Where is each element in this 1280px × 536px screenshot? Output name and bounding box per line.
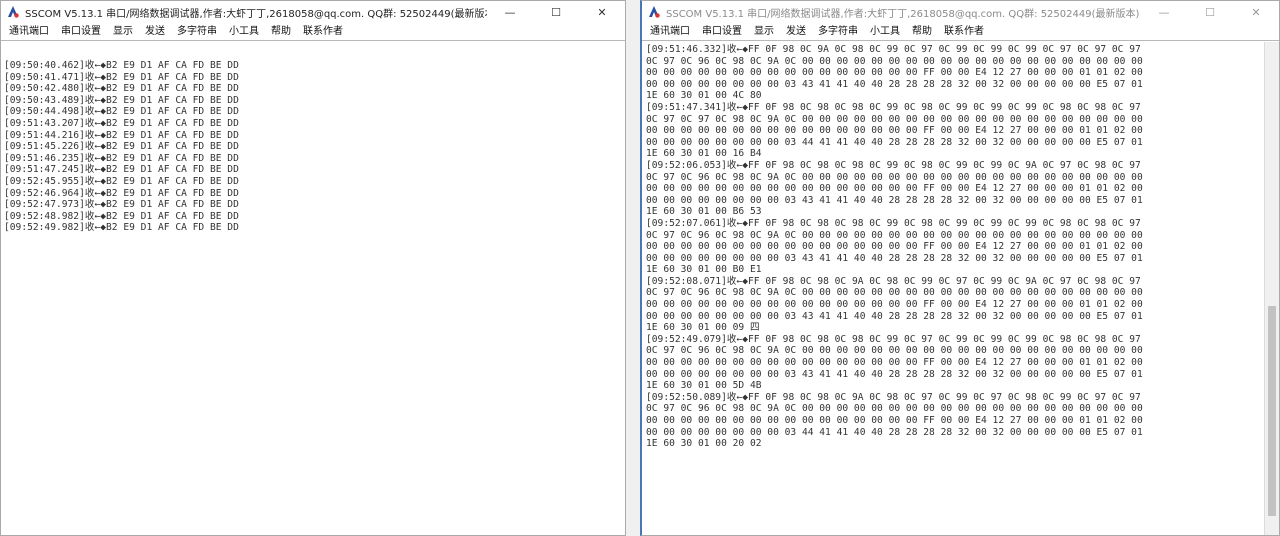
log-line: [09:52:50.089]收←◆FF 0F 98 0C 98 0C 9A 0C… bbox=[646, 391, 1141, 403]
log-line: 00 00 00 00 00 00 00 00 00 00 00 00 00 0… bbox=[646, 183, 1143, 195]
menu-send[interactable]: 发送 bbox=[780, 23, 812, 41]
log-line: [09:52:47.973]收←◆B2 E9 D1 AF CA FD BE DD bbox=[4, 199, 239, 211]
menu-contact-author[interactable]: 联系作者 bbox=[938, 23, 990, 41]
log-line: [09:50:43.489]收←◆B2 E9 D1 AF CA FD BE DD bbox=[4, 94, 239, 106]
log-line: 00 00 00 00 00 00 00 00 00 00 00 00 00 0… bbox=[646, 415, 1143, 426]
menu-comm-port[interactable]: 通讯端口 bbox=[3, 23, 55, 41]
log-line: 0C 97 0C 96 0C 98 0C 9A 0C 00 00 00 00 0… bbox=[646, 287, 1143, 299]
log-line: [09:52:08.071]收←◆FF 0F 98 0C 98 0C 9A 0C… bbox=[646, 275, 1141, 287]
sscom-window-left: SSCOM V5.13.1 串口/网络数据调试器,作者:大虾丁丁,2618058… bbox=[0, 0, 626, 536]
receive-log[interactable]: [09:51:46.332]收←◆FF 0F 98 0C 9A 0C 98 0C… bbox=[642, 42, 1265, 535]
window-title: SSCOM V5.13.1 串口/网络数据调试器,作者:大虾丁丁,2618058… bbox=[25, 8, 487, 20]
log-line: 1E 60 30 01 00 4C 80 bbox=[646, 90, 762, 102]
menu-send[interactable]: 发送 bbox=[139, 23, 171, 41]
log-line: 0C 97 0C 96 0C 98 0C 9A 0C 00 00 00 00 0… bbox=[646, 345, 1143, 357]
sscom-app-icon bbox=[647, 5, 661, 19]
log-line: 00 00 00 00 00 00 00 00 03 43 41 41 40 4… bbox=[646, 252, 1143, 264]
log-line: [09:52:07.061]收←◆FF 0F 98 0C 98 0C 98 0C… bbox=[646, 217, 1141, 229]
menu-multi-string[interactable]: 多字符串 bbox=[171, 23, 223, 41]
log-line: 1E 60 30 01 00 5D 4B bbox=[646, 380, 762, 392]
log-line: [09:51:44.216]收←◆B2 E9 D1 AF CA FD BE DD bbox=[4, 129, 239, 141]
menu-bar: 通讯端口 串口设置 显示 发送 多字符串 小工具 帮助 联系作者 bbox=[642, 23, 1279, 41]
menu-tools[interactable]: 小工具 bbox=[864, 23, 906, 41]
log-line: 0C 97 0C 96 0C 98 0C 9A 0C 00 00 00 00 0… bbox=[646, 55, 1143, 67]
log-line: [09:50:42.480]收←◆B2 E9 D1 AF CA FD BE DD bbox=[4, 83, 239, 95]
log-line: [09:51:46.332]收←◆FF 0F 98 0C 9A 0C 98 0C… bbox=[646, 44, 1141, 55]
log-line: [09:52:45.955]收←◆B2 E9 D1 AF CA FD BE DD bbox=[4, 175, 239, 187]
log-line: 00 00 00 00 00 00 00 00 00 00 00 00 00 0… bbox=[646, 241, 1143, 253]
log-line: 0C 97 0C 96 0C 98 0C 9A 0C 00 00 00 00 0… bbox=[646, 229, 1143, 241]
log-line: [09:51:43.207]收←◆B2 E9 D1 AF CA FD BE DD bbox=[4, 117, 239, 129]
log-line: 1E 60 30 01 00 B6 53 bbox=[646, 206, 762, 218]
log-line: 00 00 00 00 00 00 00 00 00 00 00 00 00 0… bbox=[646, 299, 1143, 311]
menu-comm-port[interactable]: 通讯端口 bbox=[644, 23, 696, 41]
log-line: 00 00 00 00 00 00 00 00 03 43 41 41 40 4… bbox=[646, 78, 1143, 90]
log-line: [09:52:49.982]收←◆B2 E9 D1 AF CA FD BE DD bbox=[4, 222, 239, 234]
log-line: 1E 60 30 01 00 09 四 bbox=[646, 322, 760, 334]
minimize-button[interactable]: — bbox=[487, 1, 533, 23]
log-line: 0C 97 0C 97 0C 98 0C 9A 0C 00 00 00 00 0… bbox=[646, 113, 1143, 125]
title-bar[interactable]: SSCOM V5.13.1 串口/网络数据调试器,作者:大虾丁丁,2618058… bbox=[1, 1, 625, 23]
menu-help[interactable]: 帮助 bbox=[906, 23, 938, 41]
log-line: 00 00 00 00 00 00 00 00 03 43 41 41 40 4… bbox=[646, 194, 1143, 206]
menu-display[interactable]: 显示 bbox=[107, 23, 139, 41]
log-line: [09:50:40.462]收←◆B2 E9 D1 AF CA FD BE DD bbox=[4, 60, 239, 71]
log-line: 1E 60 30 01 00 20 02 bbox=[646, 438, 762, 450]
log-line: 00 00 00 00 00 00 00 00 00 00 00 00 00 0… bbox=[646, 357, 1143, 369]
sscom-app-icon bbox=[6, 5, 20, 19]
log-line: 00 00 00 00 00 00 00 00 03 44 41 41 40 4… bbox=[646, 136, 1143, 148]
close-button[interactable]: ✕ bbox=[1233, 1, 1279, 23]
menu-help[interactable]: 帮助 bbox=[265, 23, 297, 41]
title-bar[interactable]: SSCOM V5.13.1 串口/网络数据调试器,作者:大虾丁丁,2618058… bbox=[642, 1, 1279, 23]
log-line: [09:51:47.341]收←◆FF 0F 98 0C 98 0C 98 0C… bbox=[646, 101, 1141, 113]
log-line: [09:50:41.471]收←◆B2 E9 D1 AF CA FD BE DD bbox=[4, 71, 239, 83]
log-line: 00 00 00 00 00 00 00 00 00 00 00 00 00 0… bbox=[646, 67, 1143, 79]
close-button[interactable]: ✕ bbox=[579, 1, 625, 23]
log-line: [09:51:45.226]收←◆B2 E9 D1 AF CA FD BE DD bbox=[4, 141, 239, 153]
log-line: [09:52:06.053]收←◆FF 0F 98 0C 98 0C 98 0C… bbox=[646, 159, 1141, 171]
window-title: SSCOM V5.13.1 串口/网络数据调试器,作者:大虾丁丁,2618058… bbox=[666, 8, 1140, 20]
log-line: [09:52:49.079]收←◆FF 0F 98 0C 98 0C 98 0C… bbox=[646, 333, 1141, 345]
log-line: [09:52:48.982]收←◆B2 E9 D1 AF CA FD BE DD bbox=[4, 210, 239, 222]
maximize-button[interactable]: ☐ bbox=[533, 1, 579, 23]
menu-multi-string[interactable]: 多字符串 bbox=[812, 23, 864, 41]
menu-tools[interactable]: 小工具 bbox=[223, 23, 265, 41]
menu-contact-author[interactable]: 联系作者 bbox=[297, 23, 349, 41]
log-line: 00 00 00 00 00 00 00 00 03 43 41 41 40 4… bbox=[646, 368, 1143, 380]
sscom-window-right: SSCOM V5.13.1 串口/网络数据调试器,作者:大虾丁丁,2618058… bbox=[640, 0, 1280, 536]
scrollbar-thumb[interactable] bbox=[1268, 306, 1276, 516]
log-line: 00 00 00 00 00 00 00 00 00 00 00 00 00 0… bbox=[646, 125, 1143, 137]
log-line: 1E 60 30 01 00 B0 E1 bbox=[646, 264, 762, 276]
log-line: 0C 97 0C 96 0C 98 0C 9A 0C 00 00 00 00 0… bbox=[646, 171, 1143, 183]
receive-log[interactable]: [09:50:40.462]收←◆B2 E9 D1 AF CA FD BE DD… bbox=[1, 42, 625, 535]
minimize-button[interactable]: — bbox=[1141, 1, 1187, 23]
log-line: [09:51:46.235]收←◆B2 E9 D1 AF CA FD BE DD bbox=[4, 152, 239, 164]
log-line: 1E 60 30 01 00 16 B4 bbox=[646, 148, 762, 160]
log-line: 0C 97 0C 96 0C 98 0C 9A 0C 00 00 00 00 0… bbox=[646, 403, 1143, 415]
menu-serial-settings[interactable]: 串口设置 bbox=[55, 23, 107, 41]
menu-serial-settings[interactable]: 串口设置 bbox=[696, 23, 748, 41]
log-line: [09:51:47.245]收←◆B2 E9 D1 AF CA FD BE DD bbox=[4, 164, 239, 176]
log-line: [09:52:46.964]收←◆B2 E9 D1 AF CA FD BE DD bbox=[4, 187, 239, 199]
menu-bar: 通讯端口 串口设置 显示 发送 多字符串 小工具 帮助 联系作者 bbox=[1, 23, 625, 41]
log-line: 00 00 00 00 00 00 00 00 03 44 41 41 40 4… bbox=[646, 426, 1143, 438]
log-line: [09:50:44.498]收←◆B2 E9 D1 AF CA FD BE DD bbox=[4, 106, 239, 118]
log-line: 00 00 00 00 00 00 00 00 03 43 41 41 40 4… bbox=[646, 310, 1143, 322]
maximize-button[interactable]: ☐ bbox=[1187, 1, 1233, 23]
vertical-scrollbar[interactable] bbox=[1265, 42, 1279, 535]
menu-display[interactable]: 显示 bbox=[748, 23, 780, 41]
